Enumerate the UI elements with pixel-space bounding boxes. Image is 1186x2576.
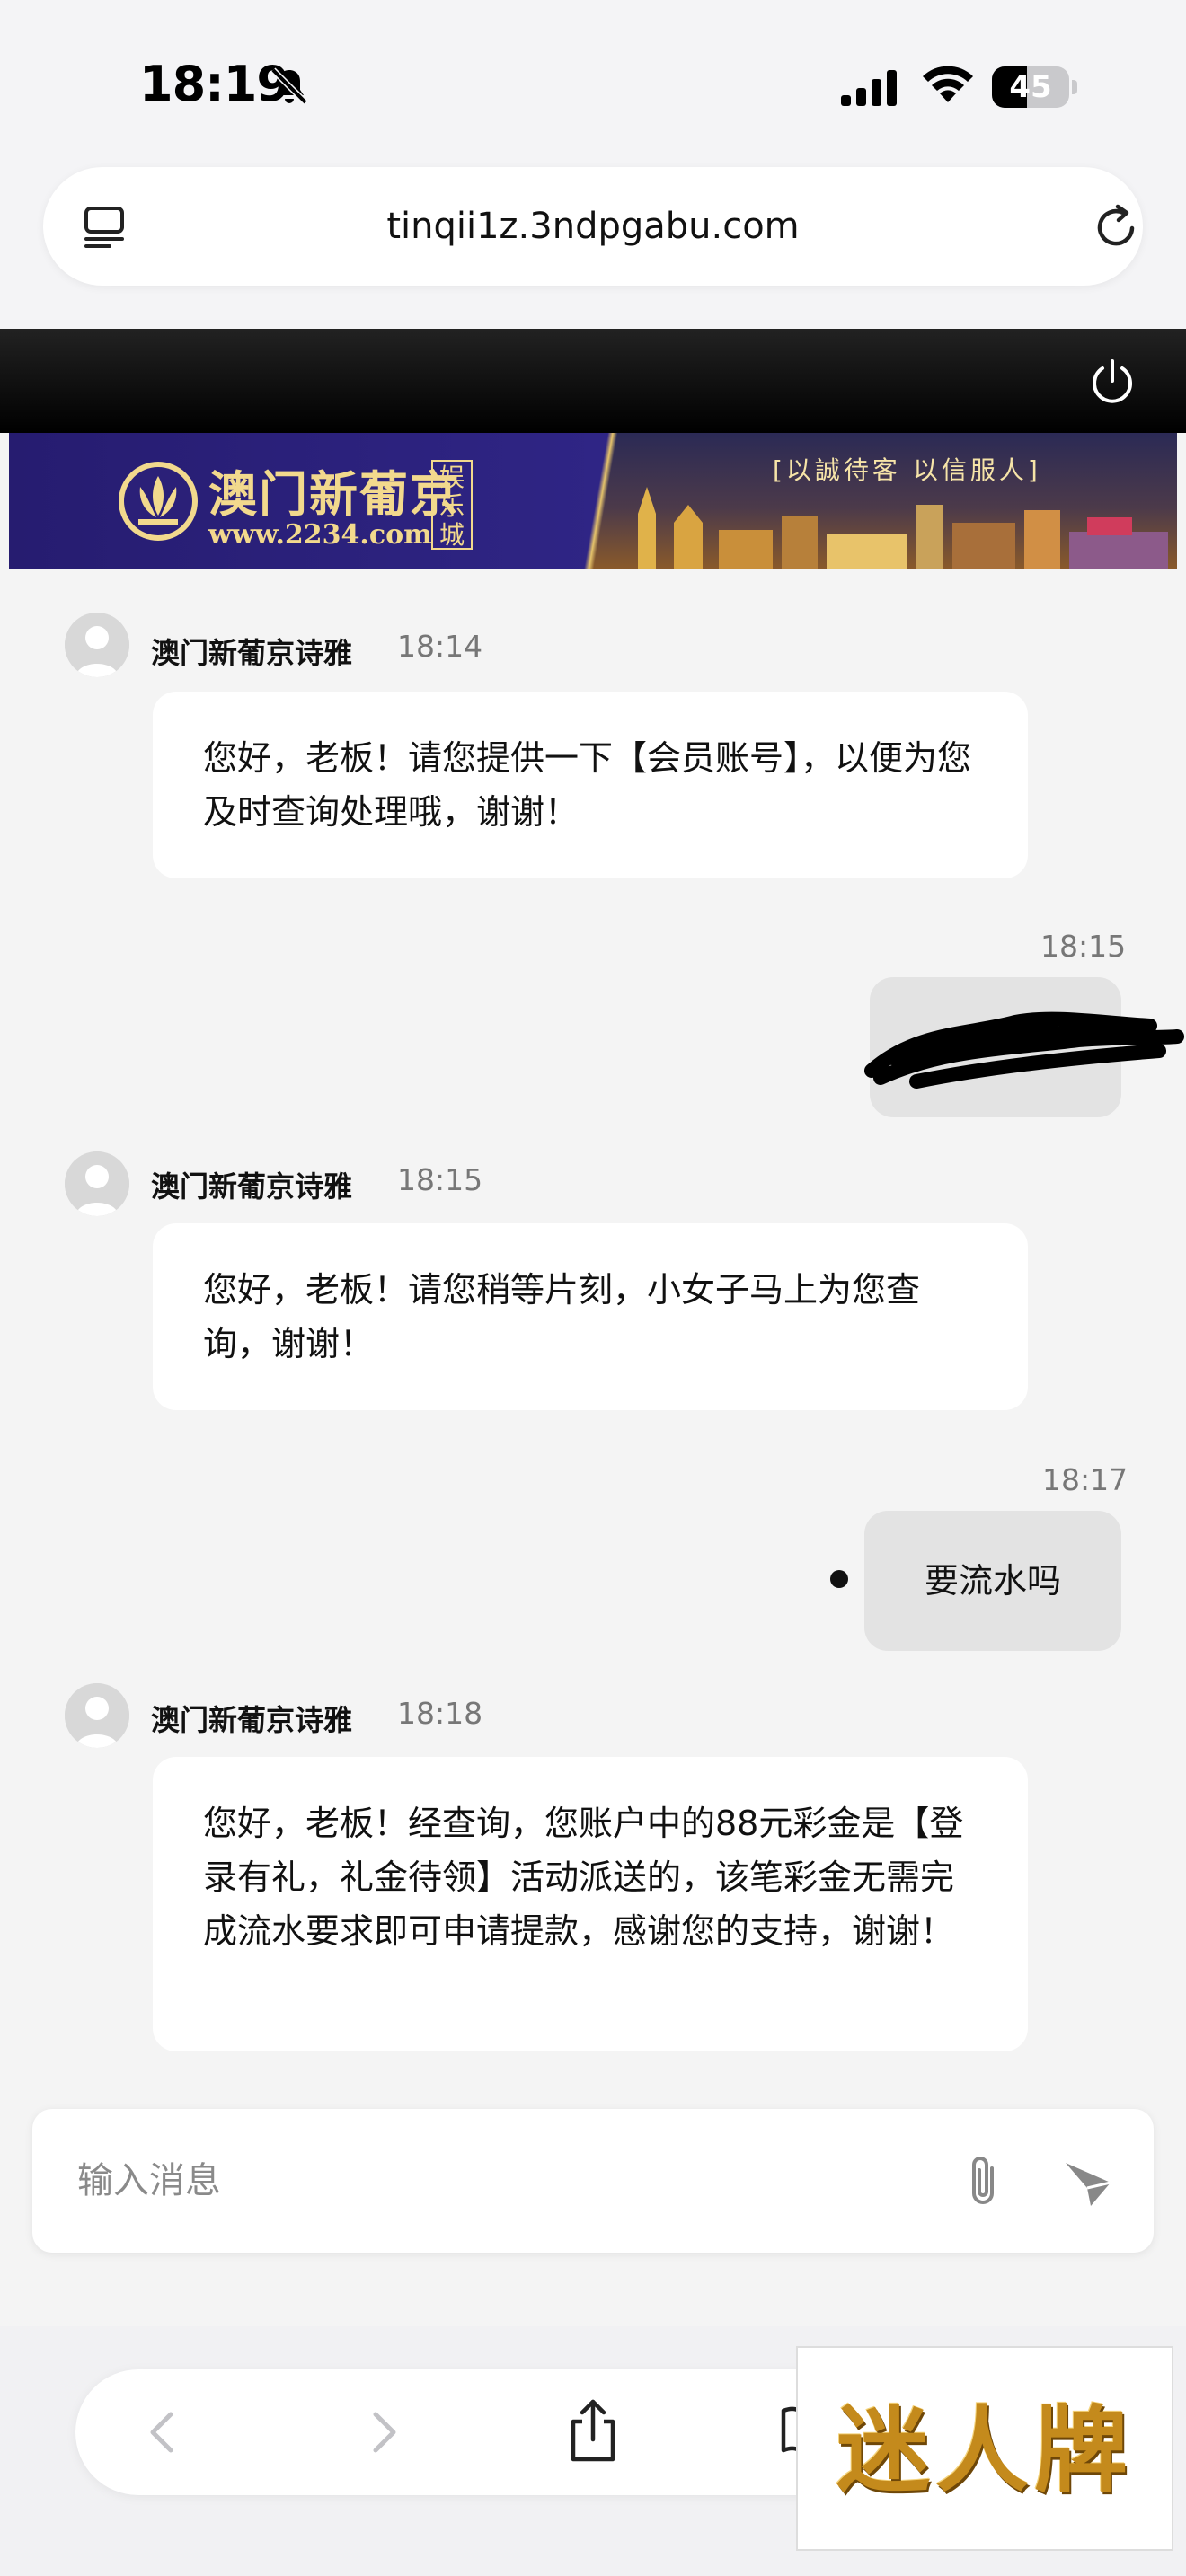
banner-divider bbox=[584, 433, 620, 569]
promo-banner[interactable]: 澳门新葡京 www.2234.com 娱乐城 [以誠待客 以信服人] bbox=[9, 433, 1177, 569]
message-time: 18:15 bbox=[397, 1162, 483, 1197]
message-input-box bbox=[32, 2109, 1154, 2253]
redaction-scribble bbox=[864, 1011, 1184, 1089]
reload-icon[interactable] bbox=[1091, 201, 1141, 251]
banner-brand-panel: 澳门新葡京 www.2234.com 娱乐城 bbox=[9, 433, 602, 569]
browser-top-area: 18:19 45 tinqii1z.3ndpgabu.com bbox=[0, 0, 1186, 329]
banner-url: www.2234.com bbox=[208, 519, 432, 551]
power-icon[interactable] bbox=[1087, 356, 1137, 406]
avatar-icon bbox=[65, 1683, 129, 1748]
url-text[interactable]: tinqii1z.3ndpgabu.com bbox=[43, 167, 1143, 286]
agent-message-bubble: 您好，老板！经查询，您账户中的88元彩金是【登录有礼，礼金待领】活动派送的，该笔… bbox=[153, 1757, 1028, 2051]
status-time: 18:19 bbox=[139, 56, 290, 112]
city-skyline-image bbox=[638, 487, 1168, 569]
avatar-icon bbox=[65, 1151, 129, 1216]
agent-avatar bbox=[65, 613, 129, 677]
bell-slash-icon bbox=[270, 67, 308, 105]
watermark-logo: 迷人牌 bbox=[796, 2346, 1173, 2551]
banner-title: 澳门新葡京 bbox=[208, 465, 460, 523]
agent-name: 澳门新葡京诗雅 bbox=[151, 636, 353, 670]
banner-sub-label: 娱乐城 bbox=[431, 460, 473, 550]
battery-level: 45 bbox=[1009, 69, 1052, 105]
chat-header bbox=[0, 329, 1186, 433]
agent-name: 澳门新葡京诗雅 bbox=[151, 1703, 353, 1737]
message-time: 18:18 bbox=[397, 1696, 483, 1731]
back-icon[interactable] bbox=[135, 2404, 192, 2461]
agent-message-bubble: 您好，老板！请您稍等片刻，小女子马上为您查询，谢谢！ bbox=[153, 1223, 1028, 1410]
banner-skyline-panel: [以誠待客 以信服人] bbox=[584, 433, 1177, 569]
lotus-logo-icon bbox=[119, 462, 198, 541]
wifi-icon bbox=[923, 66, 973, 102]
avatar-icon bbox=[65, 613, 129, 677]
agent-avatar bbox=[65, 1151, 129, 1216]
agent-name: 澳门新葡京诗雅 bbox=[151, 1169, 353, 1204]
agent-avatar bbox=[65, 1683, 129, 1748]
forward-icon[interactable] bbox=[354, 2404, 412, 2461]
send-icon[interactable] bbox=[1060, 2156, 1116, 2211]
attach-icon[interactable] bbox=[956, 2152, 1010, 2211]
address-bar[interactable]: tinqii1z.3ndpgabu.com bbox=[43, 167, 1143, 286]
message-time: 18:15 bbox=[1040, 929, 1127, 964]
share-icon[interactable] bbox=[561, 2396, 625, 2465]
watermark-text: 迷人牌 bbox=[836, 2395, 1133, 2505]
message-time: 18:17 bbox=[1042, 1462, 1128, 1497]
signal-icon bbox=[841, 70, 897, 106]
unread-dot bbox=[830, 1570, 848, 1588]
battery-icon: 45 bbox=[992, 66, 1077, 108]
user-message-bubble: 要流水吗 bbox=[864, 1511, 1121, 1651]
agent-message-bubble: 您好，老板！请您提供一下【会员账号】，以便为您及时查询处理哦，谢谢！ bbox=[153, 692, 1028, 878]
message-input[interactable] bbox=[77, 2145, 886, 2217]
message-time: 18:14 bbox=[397, 629, 483, 664]
